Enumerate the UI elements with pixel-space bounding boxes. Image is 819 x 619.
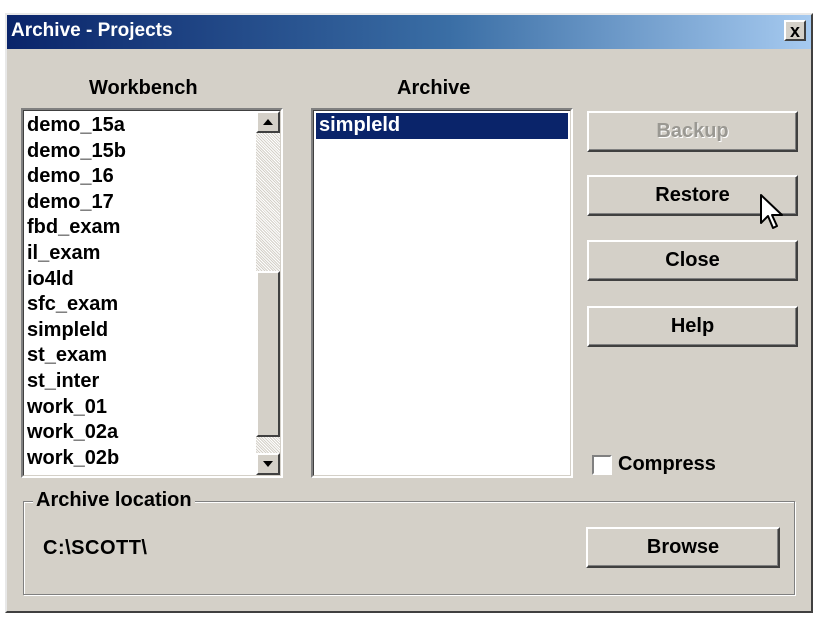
list-item[interactable]: st_exam — [24, 343, 254, 369]
list-item[interactable]: simpleld — [316, 113, 568, 139]
list-item[interactable]: work_01 — [24, 395, 254, 421]
archive-label: Archive — [397, 77, 471, 99]
list-item[interactable]: demo_15b — [24, 139, 254, 165]
browse-button[interactable]: Browse — [586, 527, 780, 568]
scroll-up-button[interactable] — [256, 111, 280, 133]
list-item[interactable]: demo_17 — [24, 190, 254, 216]
scroll-down-button[interactable] — [256, 453, 280, 475]
backup-button[interactable]: Backup — [587, 111, 798, 152]
workbench-label: Workbench — [89, 77, 198, 99]
list-item[interactable]: work_02a — [24, 420, 254, 446]
archive-path: C:\SCOTT\ — [43, 537, 148, 559]
scroll-up-arrow-icon — [263, 119, 273, 125]
list-item[interactable]: demo_15a — [24, 113, 254, 139]
help-button[interactable]: Help — [587, 306, 798, 347]
list-item[interactable]: work_02b — [24, 446, 254, 472]
list-item[interactable]: st_inter — [24, 369, 254, 395]
list-item[interactable]: sfc_exam — [24, 292, 254, 318]
archive-items: simpleld — [316, 113, 568, 139]
list-item[interactable]: demo_16 — [24, 164, 254, 190]
workbench-items: demo_15a demo_15b demo_16 demo_17 fbd_exam il… — [24, 113, 254, 471]
archive-projects-dialog: Archive - Projects x Workbench demo_15a d… — [5, 13, 813, 613]
close-window-button[interactable]: x — [784, 20, 806, 41]
compress-label[interactable]: Compress — [618, 453, 716, 476]
close-x-icon: x — [789, 20, 800, 41]
workbench-list[interactable]: demo_15a demo_15b demo_16 demo_17 fbd_exam il… — [21, 108, 283, 478]
scroll-down-arrow-icon — [263, 461, 273, 467]
list-item[interactable]: il_exam — [24, 241, 254, 267]
archive-location-label: Archive location — [33, 489, 195, 512]
workbench-scrollbar[interactable] — [256, 111, 280, 475]
title-bar[interactable]: Archive - Projects x — [7, 15, 811, 49]
list-item[interactable]: fbd_exam — [24, 215, 254, 241]
window-title: Archive - Projects — [11, 20, 173, 41]
scroll-thumb[interactable] — [256, 271, 280, 437]
list-item[interactable]: io4ld — [24, 267, 254, 293]
compress-checkbox[interactable] — [592, 455, 612, 475]
close-button[interactable]: Close — [587, 240, 798, 281]
list-item[interactable]: simpleld — [24, 318, 254, 344]
archive-list[interactable]: simpleld — [311, 108, 573, 478]
mouse-pointer-icon — [760, 194, 783, 229]
